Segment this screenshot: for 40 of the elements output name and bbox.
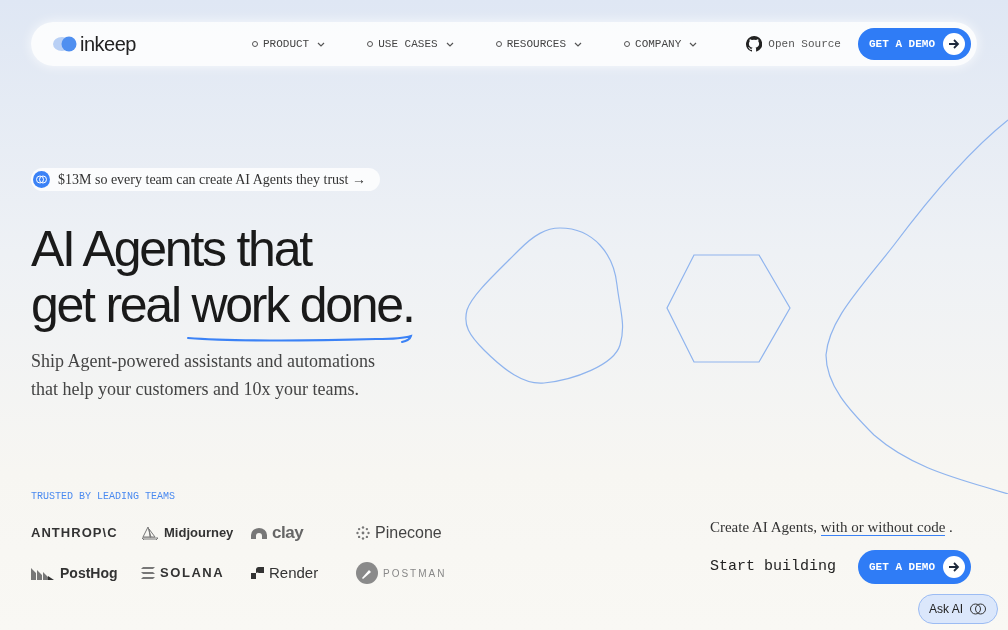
chevron-down-icon bbox=[574, 41, 583, 47]
company-logo-wordmark: Render bbox=[269, 562, 319, 583]
dotted-circle-icon bbox=[356, 526, 370, 540]
company-logo-wordmark: ANTHROP\C bbox=[31, 524, 118, 543]
company-logo-wordmark: Midjourney bbox=[164, 524, 234, 543]
nav-menu-item[interactable]: COMPANY bbox=[624, 35, 698, 53]
nav-menu-item[interactable]: RESOURCES bbox=[495, 35, 583, 53]
sailboat-icon bbox=[141, 526, 159, 540]
linked-rings-icon bbox=[33, 171, 50, 188]
open-source-link[interactable]: Open Source bbox=[746, 35, 841, 53]
dome-icon bbox=[251, 527, 267, 539]
with-or-without-code-link[interactable]: with or without code bbox=[820, 518, 946, 536]
trusted-by-heading: TRUSTED BY LEADING TEAMS bbox=[31, 490, 177, 504]
chevron-down-icon bbox=[317, 41, 326, 47]
linked-rings-icon bbox=[969, 603, 987, 615]
blocks-icon bbox=[251, 567, 264, 579]
cta-sentence: Create AI Agents, with or without code . bbox=[709, 517, 953, 538]
arrow-right-icon bbox=[943, 556, 965, 578]
pen-in-circle-icon bbox=[356, 562, 378, 584]
company-logo-wordmark: clay bbox=[272, 522, 304, 545]
github-icon bbox=[746, 36, 763, 52]
chevron-down-icon bbox=[689, 41, 698, 47]
nav-menu-item[interactable]: USE CASES bbox=[367, 35, 454, 53]
hero-headline: AI Agents that get real work done. bbox=[31, 221, 414, 333]
get-demo-button[interactable]: GET A DEMO bbox=[858, 28, 971, 60]
logo-wordmark: inkeep bbox=[80, 32, 136, 57]
company-logo-wordmark: POSTMAN bbox=[383, 566, 447, 581]
start-building-link[interactable]: Start building bbox=[709, 555, 836, 579]
ask-ai-button[interactable]: Ask AI bbox=[918, 594, 998, 624]
hero-subtitle: Ship Agent-powered assistants and automations that help your customers and 10x your teams. bbox=[31, 350, 376, 401]
get-demo-button[interactable]: GET A DEMO bbox=[858, 550, 971, 584]
company-logo-wordmark: SOLANA bbox=[160, 564, 225, 583]
blob-logo-icon bbox=[52, 36, 78, 52]
chevron-down-icon bbox=[445, 41, 454, 47]
stacked-bars-icon bbox=[141, 567, 155, 579]
nav-menu-item[interactable]: PRODUCT bbox=[252, 35, 326, 53]
announcement-pill[interactable]: $13M so every team can create AI Agents they trust → bbox=[31, 168, 380, 191]
company-logo-wordmark: Pinecone bbox=[375, 523, 442, 543]
company-logo-wordmark: PostHog bbox=[60, 563, 118, 583]
arrow-right-icon bbox=[943, 33, 965, 55]
